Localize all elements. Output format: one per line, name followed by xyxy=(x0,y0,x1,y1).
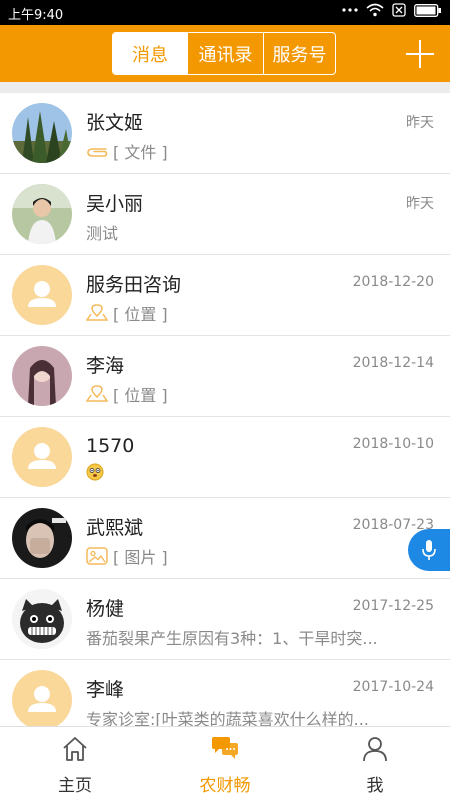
bottom-tab-bar: 主页 农财畅 我 xyxy=(0,726,450,800)
status-icons xyxy=(342,3,442,17)
avatar xyxy=(12,508,72,568)
avatar xyxy=(12,103,72,163)
message-preview: [ 文件 ] xyxy=(86,139,168,163)
avatar xyxy=(12,184,72,244)
more-dots-icon xyxy=(342,8,358,12)
sim-off-icon xyxy=(392,3,406,17)
tab-label: 我 xyxy=(366,776,384,796)
contact-name: 武熙斌 xyxy=(86,517,144,539)
app-header: 消息 通讯录 服务号 xyxy=(0,25,450,82)
contact-name: 张文姬 xyxy=(86,112,144,134)
microphone-icon xyxy=(422,540,436,560)
message-preview xyxy=(86,463,109,481)
conversation-row[interactable]: 武熙斌 2018-07-23 [ 图片 ] xyxy=(0,498,450,579)
tab-label: 主页 xyxy=(58,776,92,796)
message-preview: 专家诊室:[叶菜类的蔬菜喜欢什么样的... xyxy=(86,706,369,726)
message-time: 2018-12-20 xyxy=(352,274,434,290)
emoji-icon xyxy=(86,463,104,481)
conversation-row[interactable]: 李海 2018-12-14 [ 位置 ] xyxy=(0,336,450,417)
segmented-tabs: 消息 通讯录 服务号 xyxy=(112,32,336,75)
conversation-row[interactable]: 张文姬 昨天 [ 文件 ] xyxy=(0,93,450,174)
tab-label: 农财畅 xyxy=(199,776,251,796)
tab-service-accounts[interactable]: 服务号 xyxy=(263,33,335,74)
message-time: 2017-10-24 xyxy=(352,679,434,695)
message-preview: [ 图片 ] xyxy=(86,544,168,568)
message-time: 2018-12-14 xyxy=(352,355,434,371)
preview-text: [ 文件 ] xyxy=(113,143,168,162)
message-preview: [ 位置 ] xyxy=(86,382,168,406)
conversation-row[interactable]: 杨健 2017-12-25 番茄裂果产生原因有3种：1、干旱时突... xyxy=(0,579,450,660)
conversation-row[interactable]: 吴小丽 昨天 测试 xyxy=(0,174,450,255)
avatar xyxy=(12,427,72,487)
conversation-list[interactable]: 张文姬 昨天 [ 文件 ] 吴小丽 昨天 测试 服务田咨询 2018-12-20… xyxy=(0,93,450,726)
home-icon xyxy=(63,737,87,761)
status-time: 上午9:40 xyxy=(8,8,64,23)
avatar xyxy=(12,670,72,726)
wifi-icon xyxy=(366,3,384,17)
contact-name: 杨健 xyxy=(86,598,125,620)
tab-me[interactable]: 我 xyxy=(300,727,450,800)
preview-text: [ 位置 ] xyxy=(113,305,168,324)
preview-text: 番茄裂果产生原因有3种：1、干旱时突... xyxy=(86,629,378,648)
plus-icon[interactable] xyxy=(406,40,434,68)
message-time: 2018-10-10 xyxy=(352,436,434,452)
location-icon xyxy=(86,385,108,402)
conversation-row[interactable]: 李峰 2017-10-24 专家诊室:[叶菜类的蔬菜喜欢什么样的... xyxy=(0,660,450,726)
tab-messages[interactable]: 消息 xyxy=(113,33,187,74)
message-time: 2017-12-25 xyxy=(352,598,434,614)
message-preview: 测试 xyxy=(86,220,118,244)
preview-text: [ 位置 ] xyxy=(113,386,168,405)
person-icon xyxy=(363,737,387,762)
contact-name: 吴小丽 xyxy=(86,193,144,215)
image-icon xyxy=(86,547,108,565)
contact-name: 李海 xyxy=(86,355,125,377)
contact-name: 1570 xyxy=(86,435,135,457)
status-bar: 上午9:40 xyxy=(0,0,450,25)
avatar xyxy=(12,346,72,406)
contact-name: 李峰 xyxy=(86,679,125,701)
conversation-row[interactable]: 1570 2018-10-10 xyxy=(0,417,450,498)
location-icon xyxy=(86,304,108,321)
message-preview: [ 位置 ] xyxy=(86,301,168,325)
preview-text: 测试 xyxy=(86,224,119,243)
message-time: 昨天 xyxy=(406,115,434,131)
preview-text: 专家诊室:[叶菜类的蔬菜喜欢什么样的... xyxy=(86,710,369,726)
attachment-icon xyxy=(87,148,108,157)
contact-name: 服务田咨询 xyxy=(86,274,182,296)
battery-icon xyxy=(414,3,441,17)
message-time: 昨天 xyxy=(406,196,434,212)
conversation-row[interactable]: 服务田咨询 2018-12-20 [ 位置 ] xyxy=(0,255,450,336)
tab-nongcaichang[interactable]: 农财畅 xyxy=(150,727,300,800)
avatar xyxy=(12,265,72,325)
avatar xyxy=(12,589,72,649)
preview-text: [ 图片 ] xyxy=(113,548,168,567)
message-preview: 番茄裂果产生原因有3种：1、干旱时突... xyxy=(86,625,378,649)
tab-home[interactable]: 主页 xyxy=(0,727,150,800)
tab-contacts[interactable]: 通讯录 xyxy=(187,33,263,74)
divider xyxy=(0,82,450,93)
chat-bubbles-icon xyxy=(212,737,238,759)
voice-button[interactable] xyxy=(408,529,450,571)
